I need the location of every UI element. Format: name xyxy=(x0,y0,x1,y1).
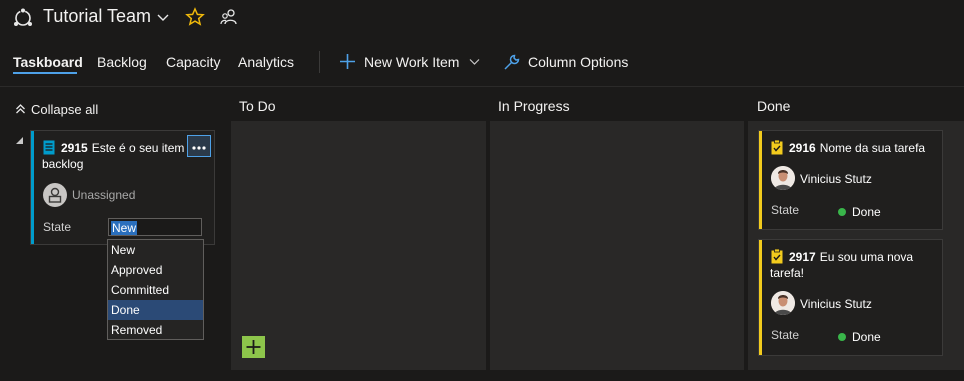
backlog-item-id: 2915 xyxy=(61,141,88,155)
state-selected-text: New xyxy=(111,221,138,235)
backlog-item-title[interactable]: 2915 Este é o seu item backlog xyxy=(42,140,187,172)
double-chevron-up-icon xyxy=(15,103,26,118)
chevron-down-icon[interactable] xyxy=(156,10,170,27)
team-members-icon[interactable] xyxy=(220,8,238,29)
card-type-bar xyxy=(759,131,762,229)
collapse-all-button[interactable]: Collapse all xyxy=(15,101,125,119)
assignee-name[interactable]: Vinicius Stutz xyxy=(800,297,872,311)
state-field-label: State xyxy=(43,220,72,234)
task-id: 2917 xyxy=(789,250,816,264)
assignee-name[interactable]: Vinicius Stutz xyxy=(800,172,872,186)
team-name[interactable]: Tutorial Team xyxy=(43,6,151,27)
new-work-item-button[interactable]: New Work Item xyxy=(339,52,484,72)
chevron-down-icon xyxy=(468,55,481,71)
state-option-done[interactable]: Done xyxy=(108,300,203,320)
add-task-button[interactable] xyxy=(242,336,265,358)
column-header-done: Done xyxy=(757,98,791,114)
column-options-label: Column Options xyxy=(528,54,629,70)
state-option-removed[interactable]: Removed xyxy=(108,320,203,340)
column-options-button[interactable]: Column Options xyxy=(503,52,633,72)
task-title-text: Nome da sua tarefa xyxy=(819,141,926,155)
state-value[interactable]: Done xyxy=(852,330,881,344)
tab-backlog[interactable]: Backlog xyxy=(97,54,147,70)
state-field-label: State xyxy=(771,203,800,217)
plus-icon xyxy=(339,53,356,73)
new-work-item-label: New Work Item xyxy=(364,54,460,70)
card-context-menu-button[interactable] xyxy=(187,135,211,157)
state-option-committed[interactable]: Committed xyxy=(108,280,203,300)
row-collapse-icon[interactable] xyxy=(16,133,24,148)
tab-analytics[interactable]: Analytics xyxy=(238,54,294,70)
task-card[interactable]: 2916 Nome da sua tarefa Vinicius Stutz St… xyxy=(758,130,943,230)
active-tab-indicator xyxy=(13,72,77,74)
more-options-icon xyxy=(192,141,206,156)
task-title[interactable]: 2917 Eu sou uma nova tarefa! xyxy=(770,249,930,281)
tab-taskboard[interactable]: Taskboard xyxy=(13,54,83,70)
task-id: 2916 xyxy=(789,141,816,155)
tab-capacity[interactable]: Capacity xyxy=(166,54,220,70)
column-todo xyxy=(231,121,486,370)
wrench-icon xyxy=(503,53,521,74)
favorite-star-icon[interactable] xyxy=(185,7,205,30)
state-option-approved[interactable]: Approved xyxy=(108,260,203,280)
column-header-in-progress: In Progress xyxy=(498,98,570,114)
task-title[interactable]: 2916 Nome da sua tarefa xyxy=(770,140,935,156)
avatar[interactable] xyxy=(771,166,795,190)
card-type-bar xyxy=(31,131,34,244)
unassigned-avatar-icon[interactable] xyxy=(43,183,67,210)
plus-icon xyxy=(246,340,261,354)
state-field-label: State xyxy=(771,328,800,342)
state-done-dot xyxy=(838,208,846,216)
task-card[interactable]: 2917 Eu sou uma nova tarefa! Vinicius Stu… xyxy=(758,239,943,356)
column-in-progress xyxy=(490,121,744,370)
state-dropdown-input[interactable]: New xyxy=(108,218,202,236)
collapse-all-label: Collapse all xyxy=(31,102,99,117)
state-option-new[interactable]: New xyxy=(108,240,203,260)
card-type-bar xyxy=(759,240,762,355)
assignee-label[interactable]: Unassigned xyxy=(72,188,135,202)
header-divider xyxy=(0,86,964,87)
state-options-list: New Approved Committed Done Removed xyxy=(107,239,204,340)
state-value[interactable]: Done xyxy=(852,205,881,219)
state-done-dot xyxy=(838,333,846,341)
toolbar-divider xyxy=(319,51,320,73)
column-header-todo: To Do xyxy=(239,98,276,114)
avatar[interactable] xyxy=(771,291,795,315)
team-icon[interactable] xyxy=(12,7,34,29)
